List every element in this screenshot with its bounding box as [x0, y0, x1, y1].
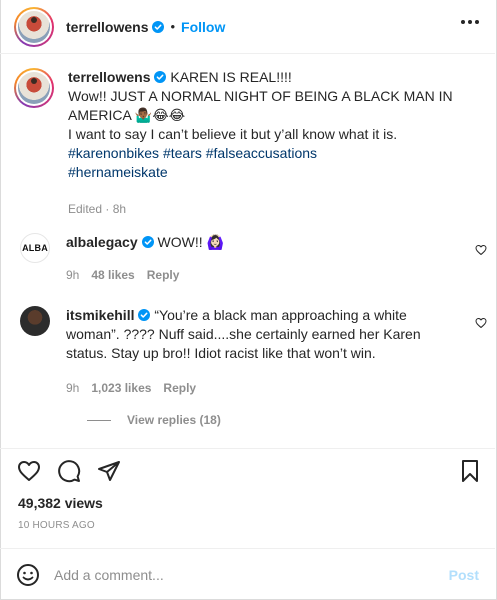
- post-time: 10 HOURS AGO: [18, 520, 95, 531]
- comment-likes[interactable]: 48 likes: [91, 266, 134, 285]
- post-header: terrellowens • Follow: [0, 0, 495, 54]
- comment-username[interactable]: itsmikehill: [66, 307, 134, 323]
- caption-line: I want to say I can’t believe it but y’a…: [68, 126, 398, 142]
- bookmark-icon[interactable]: [458, 459, 482, 483]
- post-button[interactable]: Post: [449, 567, 479, 583]
- action-bar: [0, 448, 495, 488]
- caption-line: AMERICA 🤷🏾‍♂️😂😂: [68, 107, 186, 123]
- share-icon[interactable]: [97, 459, 121, 483]
- comment-time: 9h: [66, 381, 80, 395]
- caption-line: Wow!! JUST A NORMAL NIGHT OF BEING A BLA…: [68, 88, 453, 104]
- caption-text: terrellowens KAREN IS REAL!!!! Wow!! JUS…: [68, 68, 478, 219]
- comment-icon[interactable]: [57, 459, 81, 483]
- heart-icon[interactable]: [475, 244, 487, 256]
- heart-icon[interactable]: [17, 459, 41, 483]
- alba-logo: ALBA: [22, 243, 48, 253]
- comment-time: 9h: [66, 268, 80, 282]
- header-username[interactable]: terrellowens: [66, 19, 148, 35]
- hashtag-link[interactable]: #hernameiskate: [68, 163, 478, 182]
- verified-icon: [154, 71, 167, 83]
- comment-item: ALBA albalegacy WOW!! 🙆🏻‍♀️ 9h 48 likes …: [20, 233, 490, 285]
- caption-avatar[interactable]: [14, 68, 54, 108]
- more-icon[interactable]: [461, 20, 479, 26]
- avatar-image: [18, 10, 50, 43]
- header-separator: •: [170, 19, 176, 34]
- comment-text: “You’re a black man approaching a white: [154, 307, 407, 323]
- caption-line: KAREN IS REAL!!!!: [170, 69, 292, 85]
- follow-button[interactable]: Follow: [181, 19, 225, 35]
- view-replies-label: View replies (18): [127, 413, 221, 427]
- comment-box: Add a comment... Post: [0, 548, 495, 600]
- caption-username[interactable]: terrellowens: [68, 69, 150, 85]
- reply-button[interactable]: Reply: [147, 266, 180, 285]
- comment-username[interactable]: albalegacy: [66, 234, 138, 250]
- view-replies-button[interactable]: View replies (18): [87, 413, 221, 427]
- comment-avatar[interactable]: ALBA: [20, 233, 50, 263]
- comment-input[interactable]: Add a comment...: [54, 567, 449, 583]
- post-caption: terrellowens KAREN IS REAL!!!! Wow!! JUS…: [14, 68, 484, 219]
- comment-item: itsmikehill “You’re a black man approach…: [20, 306, 490, 398]
- view-count[interactable]: 49,382 views: [18, 495, 103, 511]
- reply-button[interactable]: Reply: [163, 379, 196, 398]
- verified-icon: [152, 20, 165, 33]
- verified-icon: [138, 309, 151, 321]
- heart-icon[interactable]: [475, 317, 487, 329]
- comment-text: status. Stay up bro!! Idiot racist like …: [66, 345, 376, 361]
- comment-text: WOW!! 🙆🏻‍♀️: [157, 234, 224, 250]
- comment-avatar[interactable]: [20, 306, 50, 336]
- divider: [87, 419, 111, 421]
- hashtag-links[interactable]: #karenonbikes #tears #falseaccusations: [68, 144, 478, 163]
- avatar[interactable]: [14, 6, 54, 47]
- caption-meta: Edited · 8h: [68, 202, 127, 216]
- verified-icon: [141, 236, 154, 248]
- comment-text: woman”. ???? Nuff said....she certainly …: [66, 326, 421, 342]
- emoji-icon[interactable]: [16, 563, 40, 587]
- comment-likes[interactable]: 1,023 likes: [91, 379, 151, 398]
